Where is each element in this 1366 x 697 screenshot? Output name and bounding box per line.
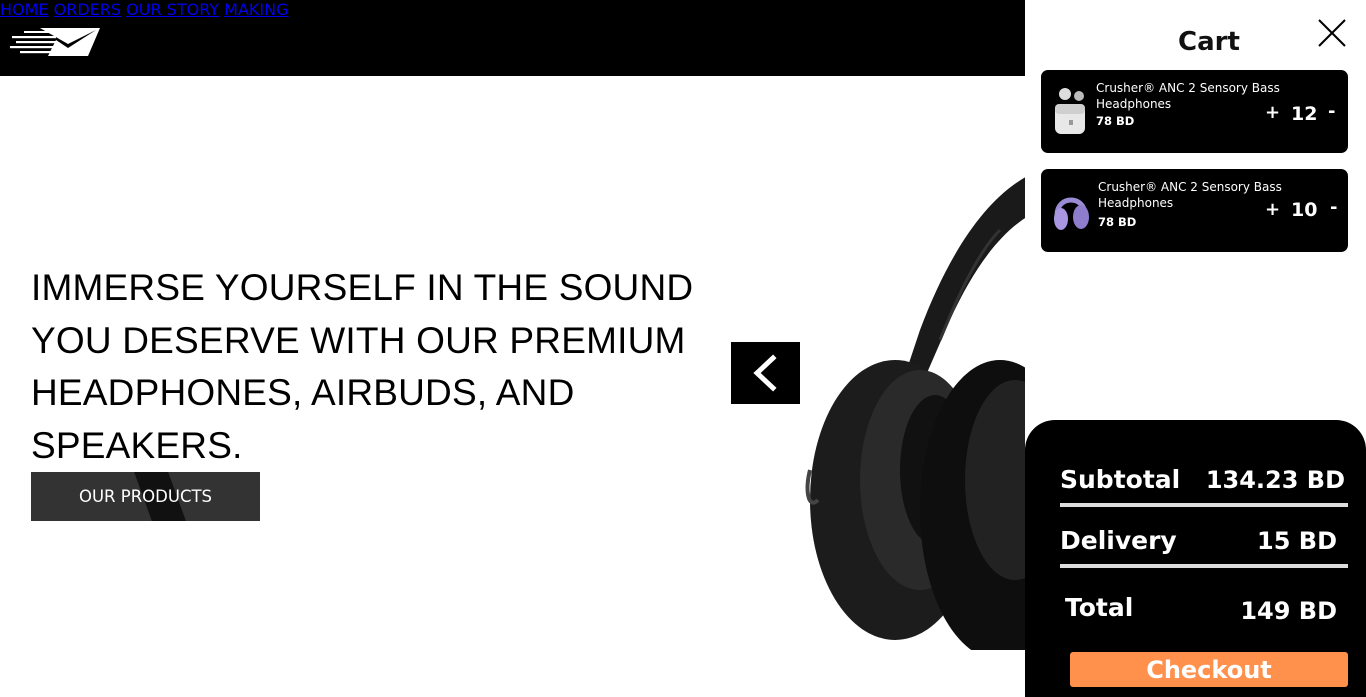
close-cart-button[interactable]: [1315, 16, 1349, 50]
decrease-quantity-button[interactable]: -: [1328, 101, 1335, 122]
cart-item-price: 78 BD: [1096, 114, 1135, 128]
cart-item: Crusher® ANC 2 Sensory Bass Headphones 7…: [1041, 169, 1348, 252]
subtotal-value: 134.23 BD: [1205, 466, 1345, 494]
quantity-value: 12: [1291, 103, 1318, 125]
our-products-button[interactable]: OUR PRODUCTS: [31, 472, 260, 521]
nav-orders[interactable]: ORDERS: [54, 0, 121, 19]
increase-quantity-button[interactable]: +: [1265, 199, 1280, 220]
total-label: Total: [1065, 593, 1134, 622]
headphones-product-image: [805, 170, 1040, 650]
nav-home[interactable]: HOME: [0, 0, 49, 19]
our-products-label: OUR PRODUCTS: [78, 487, 213, 506]
chevron-left-icon: [753, 354, 777, 392]
total-value: 149 BD: [1240, 597, 1337, 625]
nav-our-story[interactable]: OUR STORY: [126, 0, 219, 19]
cart-item: Crusher® ANC 2 Sensory Bass Headphones 7…: [1041, 70, 1348, 153]
increase-quantity-button[interactable]: +: [1265, 102, 1280, 123]
cart-item-name: Crusher® ANC 2 Sensory Bass Headphones: [1096, 81, 1280, 111]
nav-making[interactable]: MAKING: [224, 0, 288, 19]
brand-logo-icon[interactable]: [10, 22, 102, 60]
quantity-value: 10: [1291, 199, 1318, 221]
white-earbuds-icon: [1055, 88, 1085, 134]
order-summary: Subtotal 134.23 BD Delivery 15 BD Total …: [1025, 420, 1366, 697]
close-icon: [1318, 19, 1346, 47]
subtotal-label: Subtotal: [1060, 465, 1181, 494]
divider: [1060, 564, 1348, 568]
decrease-quantity-button[interactable]: -: [1330, 197, 1337, 218]
divider: [1060, 503, 1348, 507]
hero-headline: IMMERSE YOURSELF IN THE SOUND YOU DESERV…: [31, 267, 694, 466]
checkout-button[interactable]: Checkout: [1070, 652, 1348, 687]
carousel-prev-button[interactable]: [731, 342, 800, 404]
cart-item-name: Crusher® ANC 2 Sensory Bass Headphones: [1098, 180, 1282, 210]
cart-panel: Cart Crusher® ANC 2 Sensory Bass Headpho…: [1025, 0, 1366, 697]
delivery-value: 15 BD: [1257, 527, 1337, 555]
purple-headphones-icon: [1054, 197, 1089, 230]
delivery-label: Delivery: [1060, 526, 1177, 555]
cart-item-price: 78 BD: [1098, 215, 1137, 229]
